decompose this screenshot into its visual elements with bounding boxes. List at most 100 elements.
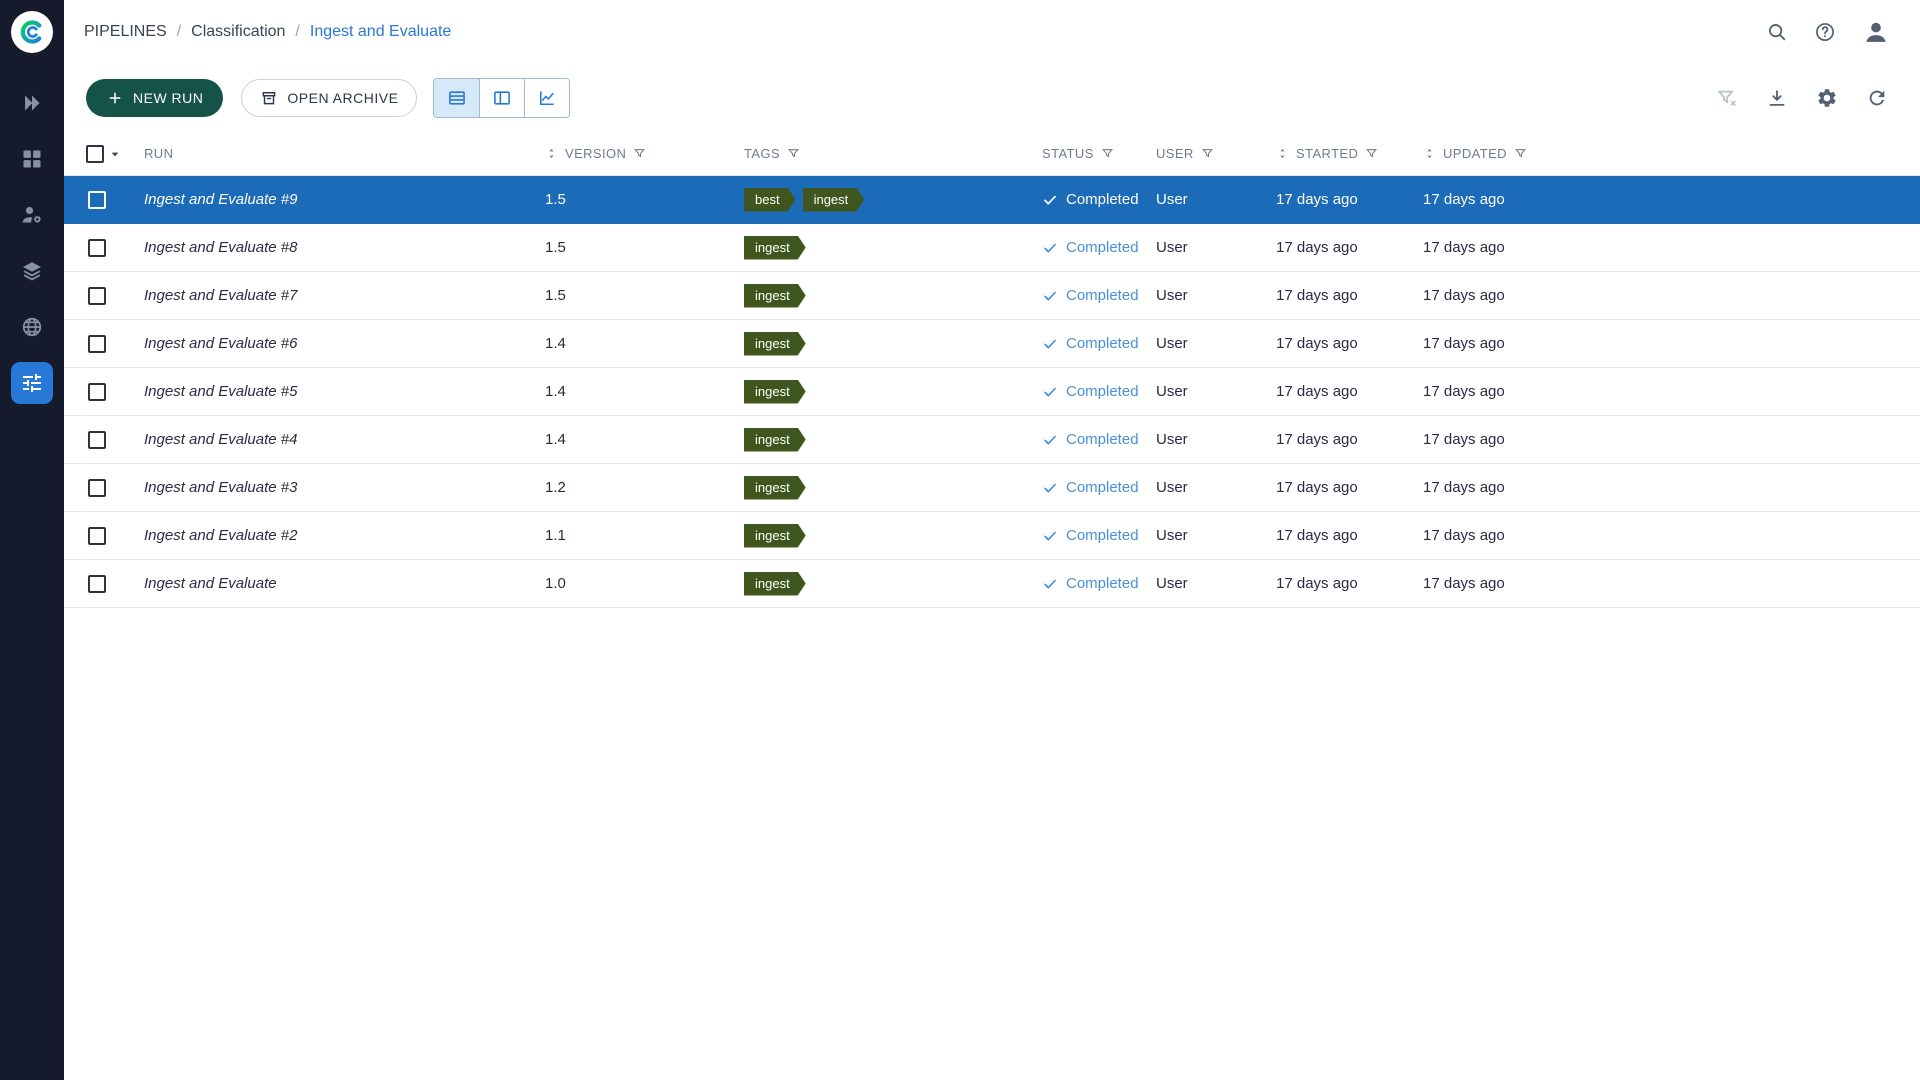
filter-icon bbox=[1201, 147, 1214, 160]
download-button[interactable] bbox=[1766, 87, 1788, 109]
auto-refresh-button[interactable] bbox=[1866, 87, 1888, 109]
run-name[interactable]: Ingest and Evaluate #8 bbox=[144, 239, 297, 256]
select-menu-caret-icon[interactable] bbox=[107, 146, 123, 162]
updated-cell: 17 days ago bbox=[1423, 575, 1920, 592]
row-checkbox[interactable] bbox=[88, 287, 106, 305]
user-cell: User bbox=[1156, 527, 1276, 544]
sidebar-item-projects[interactable] bbox=[11, 82, 53, 124]
table-body: Ingest and Evaluate #91.5bestingestCompl… bbox=[64, 176, 1920, 608]
view-details-button[interactable] bbox=[479, 79, 524, 117]
status-cell: Completed bbox=[1042, 287, 1156, 304]
run-cell: Ingest and Evaluate #4 bbox=[144, 431, 545, 448]
new-run-button[interactable]: NEW RUN bbox=[86, 79, 223, 117]
run-name[interactable]: Ingest and Evaluate #2 bbox=[144, 527, 297, 544]
topbar: PIPELINES/Classification/Ingest and Eval… bbox=[64, 0, 1920, 64]
breadcrumb-item[interactable]: Classification bbox=[191, 23, 285, 41]
open-archive-label: OPEN ARCHIVE bbox=[287, 90, 398, 106]
user-cell: User bbox=[1156, 431, 1276, 448]
tags-cell: ingest bbox=[744, 572, 1042, 596]
table-row[interactable]: Ingest and Evaluate #61.4ingestCompleted… bbox=[64, 320, 1920, 368]
column-header-run[interactable]: RUN bbox=[144, 146, 545, 161]
table-row[interactable]: Ingest and Evaluate #71.5ingestCompleted… bbox=[64, 272, 1920, 320]
version-cell: 1.5 bbox=[545, 191, 744, 208]
run-name[interactable]: Ingest and Evaluate #7 bbox=[144, 287, 297, 304]
table-row[interactable]: Ingest and Evaluate #81.5ingestCompleted… bbox=[64, 224, 1920, 272]
sidebar-item-models[interactable] bbox=[11, 250, 53, 292]
tag-chip: ingest bbox=[803, 188, 865, 212]
column-header-status[interactable]: STATUS bbox=[1042, 146, 1156, 161]
open-archive-button[interactable]: OPEN ARCHIVE bbox=[241, 79, 417, 117]
row-select-cell bbox=[64, 431, 144, 449]
tag-chip: ingest bbox=[744, 428, 806, 452]
table-row[interactable]: Ingest and Evaluate #9 1.5best ingest Compl… bbox=[64, 176, 1920, 224]
breadcrumb-item[interactable]: PIPELINES bbox=[84, 23, 167, 41]
tag-chip: ingest bbox=[744, 572, 806, 596]
row-checkbox[interactable] bbox=[88, 191, 106, 209]
row-checkbox[interactable] bbox=[88, 527, 106, 545]
table-row[interactable]: Ingest and Evaluate #51.4ingestCompleted… bbox=[64, 368, 1920, 416]
started-cell: 17 days ago bbox=[1276, 527, 1423, 544]
run-name[interactable]: Ingest and Evaluate #9 bbox=[144, 191, 297, 208]
clear-filters-button[interactable] bbox=[1716, 87, 1738, 109]
view-metrics-icon bbox=[537, 88, 557, 108]
user-cell: User bbox=[1156, 239, 1276, 256]
status-check-icon bbox=[1042, 240, 1058, 256]
column-header-started[interactable]: STARTED bbox=[1276, 146, 1423, 161]
user-avatar[interactable] bbox=[1862, 18, 1890, 46]
run-name[interactable]: Ingest and Evaluate #5 bbox=[144, 383, 297, 400]
select-all-checkbox[interactable] bbox=[86, 145, 104, 163]
run-name[interactable]: Ingest and Evaluate #4 bbox=[144, 431, 297, 448]
row-checkbox[interactable] bbox=[88, 575, 106, 593]
run-name[interactable]: Ingest and Evaluate bbox=[144, 575, 277, 592]
updated-cell: 17 days ago bbox=[1423, 239, 1920, 256]
toolbar-actions bbox=[1716, 87, 1888, 109]
row-checkbox[interactable] bbox=[88, 335, 106, 353]
run-name[interactable]: Ingest and Evaluate #3 bbox=[144, 479, 297, 496]
status-label: Completed bbox=[1066, 479, 1139, 496]
row-checkbox[interactable] bbox=[88, 383, 106, 401]
table-row[interactable]: Ingest and Evaluate1.0ingestCompletedUse… bbox=[64, 560, 1920, 608]
sidebar-item-pipelines[interactable] bbox=[11, 362, 53, 404]
column-header-version[interactable]: VERSION bbox=[545, 146, 744, 161]
status-cell: Completed bbox=[1042, 479, 1156, 496]
tags-cell: ingest bbox=[744, 284, 1042, 308]
row-select-cell bbox=[64, 383, 144, 401]
status-cell: Completed bbox=[1042, 191, 1156, 208]
column-header-updated[interactable]: UPDATED bbox=[1423, 146, 1920, 161]
user-cell: User bbox=[1156, 575, 1276, 592]
auto-refresh-icon bbox=[1866, 87, 1888, 109]
column-header-user[interactable]: USER bbox=[1156, 146, 1276, 161]
table-row[interactable]: Ingest and Evaluate #31.2ingestCompleted… bbox=[64, 464, 1920, 512]
view-toggle-group bbox=[433, 78, 570, 118]
serving-icon bbox=[20, 315, 44, 339]
row-checkbox[interactable] bbox=[88, 239, 106, 257]
sidebar-item-workers[interactable] bbox=[11, 194, 53, 236]
workers-icon bbox=[20, 203, 44, 227]
sidebar bbox=[0, 0, 64, 1080]
select-all-cell bbox=[64, 145, 144, 163]
version-cell: 1.4 bbox=[545, 431, 744, 448]
tag-chip: best bbox=[744, 188, 796, 212]
table-row[interactable]: Ingest and Evaluate #41.4ingestCompleted… bbox=[64, 416, 1920, 464]
app-logo[interactable] bbox=[0, 0, 64, 64]
row-select-cell bbox=[64, 527, 144, 545]
view-metrics-button[interactable] bbox=[524, 79, 569, 117]
run-name[interactable]: Ingest and Evaluate #6 bbox=[144, 335, 297, 352]
tags-cell: ingest bbox=[744, 236, 1042, 260]
search-button[interactable] bbox=[1766, 21, 1788, 43]
started-cell: 17 days ago bbox=[1276, 431, 1423, 448]
row-checkbox[interactable] bbox=[88, 431, 106, 449]
sort-icon bbox=[545, 147, 558, 160]
settings-button[interactable] bbox=[1816, 87, 1838, 109]
sidebar-item-datasets[interactable] bbox=[11, 138, 53, 180]
breadcrumb-item[interactable]: Ingest and Evaluate bbox=[310, 23, 451, 41]
row-select-cell bbox=[64, 287, 144, 305]
row-checkbox[interactable] bbox=[88, 479, 106, 497]
view-table-button[interactable] bbox=[434, 79, 479, 117]
table-row[interactable]: Ingest and Evaluate #21.1ingestCompleted… bbox=[64, 512, 1920, 560]
filter-icon bbox=[1365, 147, 1378, 160]
sidebar-item-serving[interactable] bbox=[11, 306, 53, 348]
user-cell: User bbox=[1156, 191, 1276, 208]
column-header-tags[interactable]: TAGS bbox=[744, 146, 1042, 161]
help-button[interactable] bbox=[1814, 21, 1836, 43]
